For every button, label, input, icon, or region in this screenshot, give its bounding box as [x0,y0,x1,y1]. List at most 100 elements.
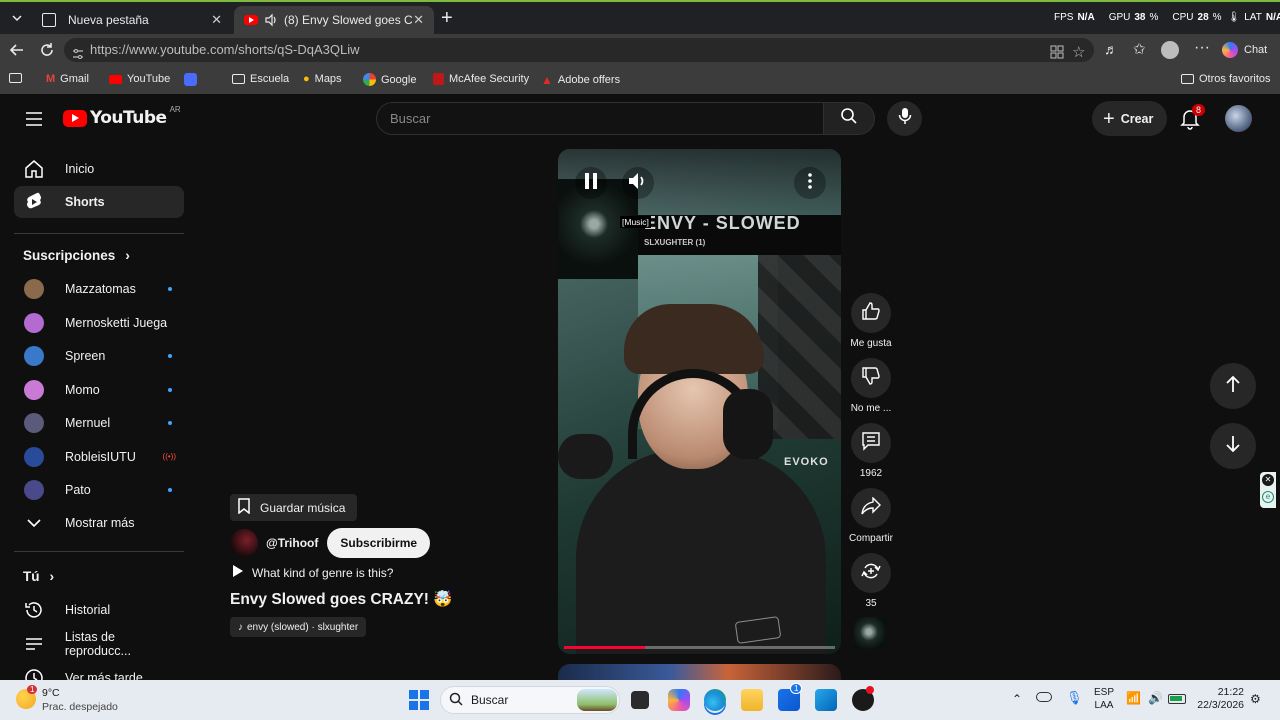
search-input[interactable]: Buscar [376,102,824,135]
bookmark-maps[interactable]: ● Maps [303,73,342,85]
comments-button[interactable] [851,423,891,463]
channel-avatar[interactable] [230,529,258,557]
site-info-icon[interactable] [72,44,84,68]
show-hidden-icons[interactable]: ⌃ [1012,692,1022,706]
volume-button[interactable] [622,167,654,199]
show-more-button[interactable]: Mostrar más [14,507,184,539]
subscribe-button[interactable]: Subscribirme [327,528,431,558]
reload-icon[interactable] [38,41,56,64]
clock[interactable]: 21:22 22/3/2026 [1196,686,1244,712]
tab-youtube-short[interactable]: (8) Envy Slowed goes CRAZY! ✕ [234,6,434,34]
profile-avatar-icon[interactable] [1161,41,1179,59]
search-button[interactable] [823,102,875,135]
extension-e-icon[interactable]: e [1262,491,1274,503]
outlook-icon[interactable] [815,689,837,711]
youtube-logo[interactable]: YouTube AR [63,105,181,128]
bookmark-gmail[interactable]: M Gmail [46,73,89,85]
wifi-icon[interactable]: 📶 [1126,691,1141,705]
share-button[interactable] [851,488,891,528]
remix-button[interactable] [851,553,891,593]
sidebar-item-history[interactable]: Historial [14,594,184,626]
next-short-button[interactable] [1210,423,1256,469]
apps-icon[interactable] [1050,43,1064,67]
bookmark-folder-escuela[interactable]: Escuela [232,73,289,85]
taskbar-search[interactable]: Buscar [440,686,620,714]
chat-label: Chat [1244,44,1268,56]
cpu-value: 28 [1197,12,1209,23]
close-tab-icon[interactable]: ✕ [211,12,222,28]
close-circle-icon[interactable]: ✕ [1262,474,1274,486]
start-button[interactable] [409,690,429,710]
tab-new-tab[interactable]: Nueva pestaña ✕ [32,6,232,34]
back-icon[interactable] [8,41,26,64]
bookmark-adobe[interactable]: ▲ Adobe offers [541,73,620,87]
channel-name[interactable]: @Trihoof [266,536,318,550]
thumbs-down-icon [861,366,881,391]
subscription-item[interactable]: RobleisIUTU ((•)) [14,441,184,473]
weather-widget[interactable]: 1 9°C Prac. despejado [14,685,134,715]
microphone-icon[interactable]: 🎙 [1066,690,1083,706]
previous-short-button[interactable] [1210,363,1256,409]
subscription-item[interactable]: Mernuel [14,407,184,439]
save-music-button[interactable]: Guardar música [230,494,358,521]
language-code: ESP [1094,687,1115,698]
task-view-icon[interactable] [631,691,649,709]
you-header[interactable]: Tú › [23,568,54,584]
new-content-dot [168,488,172,492]
new-content-dot [168,287,172,291]
volume-icon[interactable]: 🔊 [1148,691,1163,705]
extension-floating-widget[interactable]: ✕ e [1260,472,1276,508]
create-button[interactable]: + Crear [1092,101,1167,136]
bookmark-app[interactable] [184,73,197,86]
new-tab-button[interactable]: + [441,7,453,30]
bookmark-mcafee[interactable]: McAfee Security [433,73,529,85]
read-aloud-icon[interactable]: ♬ [1104,41,1118,57]
subscription-item[interactable]: Pato [14,474,184,506]
bookmark-sidebar-toggle[interactable] [9,73,22,83]
speaker-icon[interactable] [264,13,278,27]
subscription-item[interactable]: Momo [14,374,184,406]
copilot-app-icon[interactable] [668,689,690,711]
video-progress-track[interactable] [564,646,835,649]
notifications-button[interactable]: 8 [1180,104,1206,135]
pause-button[interactable] [575,167,607,199]
copilot-chat-button[interactable]: Chat [1222,42,1267,58]
subscriptions-header[interactable]: Suscripciones › [23,247,130,263]
bookmark-google[interactable]: Google [363,73,416,86]
address-field[interactable]: https://www.youtube.com/shorts/qS-DqA3QL… [64,38,1094,62]
create-label: Crear [1120,111,1154,126]
sidebar-item-watch-later[interactable]: Ver más tarde [14,662,184,680]
close-tab-icon[interactable]: ✕ [413,12,424,28]
subscription-item[interactable]: Spreen [14,340,184,372]
notification-center-icon[interactable]: ⚙ [1250,692,1261,706]
edge-browser-icon[interactable] [704,689,726,711]
subscription-item[interactable]: Mazzatomas [14,273,184,305]
hamburger-menu-icon[interactable] [26,112,42,131]
other-favorites-folder[interactable]: Otros favoritos [1181,73,1271,85]
app-icon[interactable] [852,686,874,711]
short-video-player[interactable]: EVOKO ENVY - SLOWED SLXUGHTER (1) [Music… [558,149,841,654]
favorite-star-icon[interactable]: ☆ [1072,41,1085,65]
account-avatar[interactable] [1225,105,1252,132]
sidebar-item-playlists[interactable]: Listas de reproducc... [14,628,184,660]
battery-icon[interactable] [1168,694,1186,704]
sound-link[interactable]: ♪ envy (slowed) · slxughter [230,617,367,637]
sidebar-item-shorts[interactable]: Shorts [14,186,184,218]
keyboard-language[interactable]: ESP LAA [1094,686,1114,712]
favorites-icon[interactable]: ✩ [1133,40,1146,58]
more-menu-icon[interactable]: ··· [1194,39,1210,57]
bookmark-youtube[interactable]: YouTube [109,73,170,85]
file-explorer-icon[interactable] [741,689,763,711]
comment-preview[interactable]: What kind of genre is this? [232,565,393,580]
subscription-item[interactable]: Mernosketti Juega [14,307,184,339]
short-title[interactable]: Envy Slowed goes CRAZY! 🤯 [230,590,453,609]
microsoft-store-icon[interactable]: 1 [778,683,803,711]
sound-thumbnail[interactable] [854,617,887,650]
tab-list-chevron-icon[interactable] [8,9,26,27]
voice-search-button[interactable] [887,101,922,136]
like-button[interactable] [851,293,891,333]
video-more-options-button[interactable] [794,167,826,199]
sidebar-item-home[interactable]: Inicio [14,153,184,185]
dislike-button[interactable] [851,358,891,398]
onedrive-icon[interactable] [1036,692,1052,702]
